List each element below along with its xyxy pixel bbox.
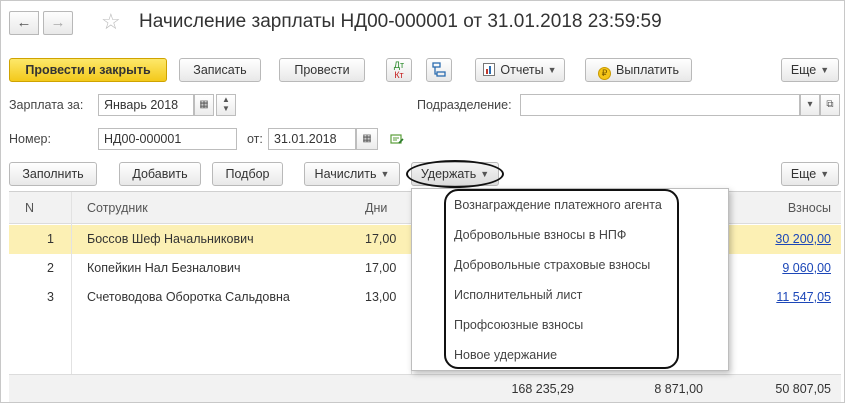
row-number: 2 [47, 261, 54, 275]
period-spinner[interactable]: ▲ ▼ [216, 94, 236, 116]
page-title: Начисление зарплаты НД00-000001 от 31.01… [139, 11, 662, 32]
dt-label: Дт [393, 60, 405, 70]
arrow-left-icon: ← [16, 14, 32, 31]
days-cell: 17,00 [365, 261, 397, 275]
select-button[interactable]: Подбор [212, 162, 283, 186]
row-number: 1 [47, 232, 54, 246]
menu-item-new-deduction[interactable]: Новое удержание [454, 348, 557, 362]
accrue-label: Начислить [314, 167, 377, 181]
post-and-close-button[interactable]: Провести и закрыть [9, 58, 167, 82]
department-label: Подразделение: [417, 98, 512, 112]
calendar-button[interactable]: ▦ [194, 94, 214, 116]
highlight-oval [406, 160, 504, 188]
contributions-link[interactable]: 30 200,00 [775, 232, 831, 246]
department-field[interactable] [520, 94, 800, 116]
total-contributions: 50 807,05 [775, 382, 831, 396]
reports-label: Отчеты [500, 63, 544, 77]
chevron-down-icon: ▼ [547, 65, 557, 75]
department-dropdown-button[interactable]: ▾ [800, 94, 820, 116]
days-cell: 13,00 [365, 290, 397, 304]
document-window: ← → ☆ Начисление зарплаты НД00-000001 от… [0, 0, 845, 403]
calendar-icon: ▦ [362, 133, 372, 144]
open-icon: ⧉ [826, 99, 834, 110]
edit-icon[interactable] [390, 132, 404, 146]
row-number: 3 [47, 290, 54, 304]
salary-period-field[interactable]: Январь 2018 [98, 94, 194, 116]
hierarchy-icon [432, 62, 446, 77]
add-button[interactable]: Добавить [119, 162, 201, 186]
accrue-button[interactable]: Начислить ▼ [304, 162, 400, 186]
chevron-down-icon: ▼ [380, 169, 390, 179]
col-header-n[interactable]: N [25, 201, 34, 215]
reports-button[interactable]: Отчеты ▼ [475, 58, 565, 82]
employee-cell: Счетоводова Оборотка Сальдовна [87, 290, 290, 304]
dt-kt-button[interactable]: Дт Кт [386, 58, 412, 82]
structure-button[interactable] [426, 58, 452, 82]
contributions-link[interactable]: 9 060,00 [782, 261, 831, 275]
date-field[interactable]: 31.01.2018 [268, 128, 356, 150]
table-more-button[interactable]: Еще ▼ [781, 162, 839, 186]
number-label: Номер: [9, 132, 51, 146]
column-divider [71, 192, 72, 402]
menu-item-writ[interactable]: Исполнительный лист [454, 288, 582, 302]
save-button[interactable]: Записать [179, 58, 261, 82]
menu-item-npf[interactable]: Добровольные взносы в НПФ [454, 228, 626, 242]
forward-button[interactable]: → [43, 11, 73, 35]
fill-button[interactable]: Заполнить [9, 162, 97, 186]
more-button[interactable]: Еще ▼ [781, 58, 839, 82]
pay-label: Выплатить [615, 63, 679, 77]
favorite-star-icon[interactable]: ☆ [101, 9, 121, 35]
date-calendar-button[interactable]: ▦ [356, 128, 378, 150]
table-totals: 168 235,29 8 871,00 50 807,05 [9, 374, 841, 402]
open-department-button[interactable]: ⧉ [820, 94, 840, 116]
contributions-link[interactable]: 11 547,05 [776, 290, 831, 304]
number-field[interactable]: НД00-000001 [98, 128, 237, 150]
employee-cell: Боссов Шеф Начальникович [87, 232, 254, 246]
spinner-icon: ▲ ▼ [222, 95, 230, 113]
employee-cell: Копейкин Нал Безналович [87, 261, 241, 275]
col-header-contributions[interactable]: Взносы [788, 201, 831, 215]
more-label: Еще [790, 63, 817, 77]
col-header-days[interactable]: Дни [365, 201, 387, 215]
menu-item-agent-fee[interactable]: Вознаграждение платежного агента [454, 198, 662, 212]
dt-kt-icon: Дт Кт [387, 59, 411, 80]
salary-for-label: Зарплата за: [9, 98, 84, 112]
from-label: от: [247, 132, 263, 146]
pay-button[interactable]: ₽ Выплатить [585, 58, 692, 82]
more-label: Еще [790, 167, 817, 181]
days-cell: 17,00 [365, 232, 397, 246]
total-withheld: 8 871,00 [654, 382, 703, 396]
chevron-down-icon: ▼ [820, 169, 830, 179]
calendar-icon: ▦ [199, 99, 209, 110]
report-icon [483, 63, 496, 76]
col-header-employee[interactable]: Сотрудник [87, 201, 148, 215]
menu-item-insurance[interactable]: Добровольные страховые взносы [454, 258, 650, 272]
menu-item-union[interactable]: Профсоюзные взносы [454, 318, 583, 332]
back-button[interactable]: ← [9, 11, 39, 35]
chevron-down-icon: ▼ [820, 65, 830, 75]
chevron-down-icon: ▾ [807, 99, 813, 110]
arrow-right-icon: → [50, 14, 66, 31]
coin-icon: ₽ [597, 67, 611, 80]
total-accrued: 168 235,29 [511, 382, 574, 396]
post-button[interactable]: Провести [279, 58, 365, 82]
kt-label: Кт [394, 70, 404, 80]
highlight-oval [444, 189, 679, 369]
